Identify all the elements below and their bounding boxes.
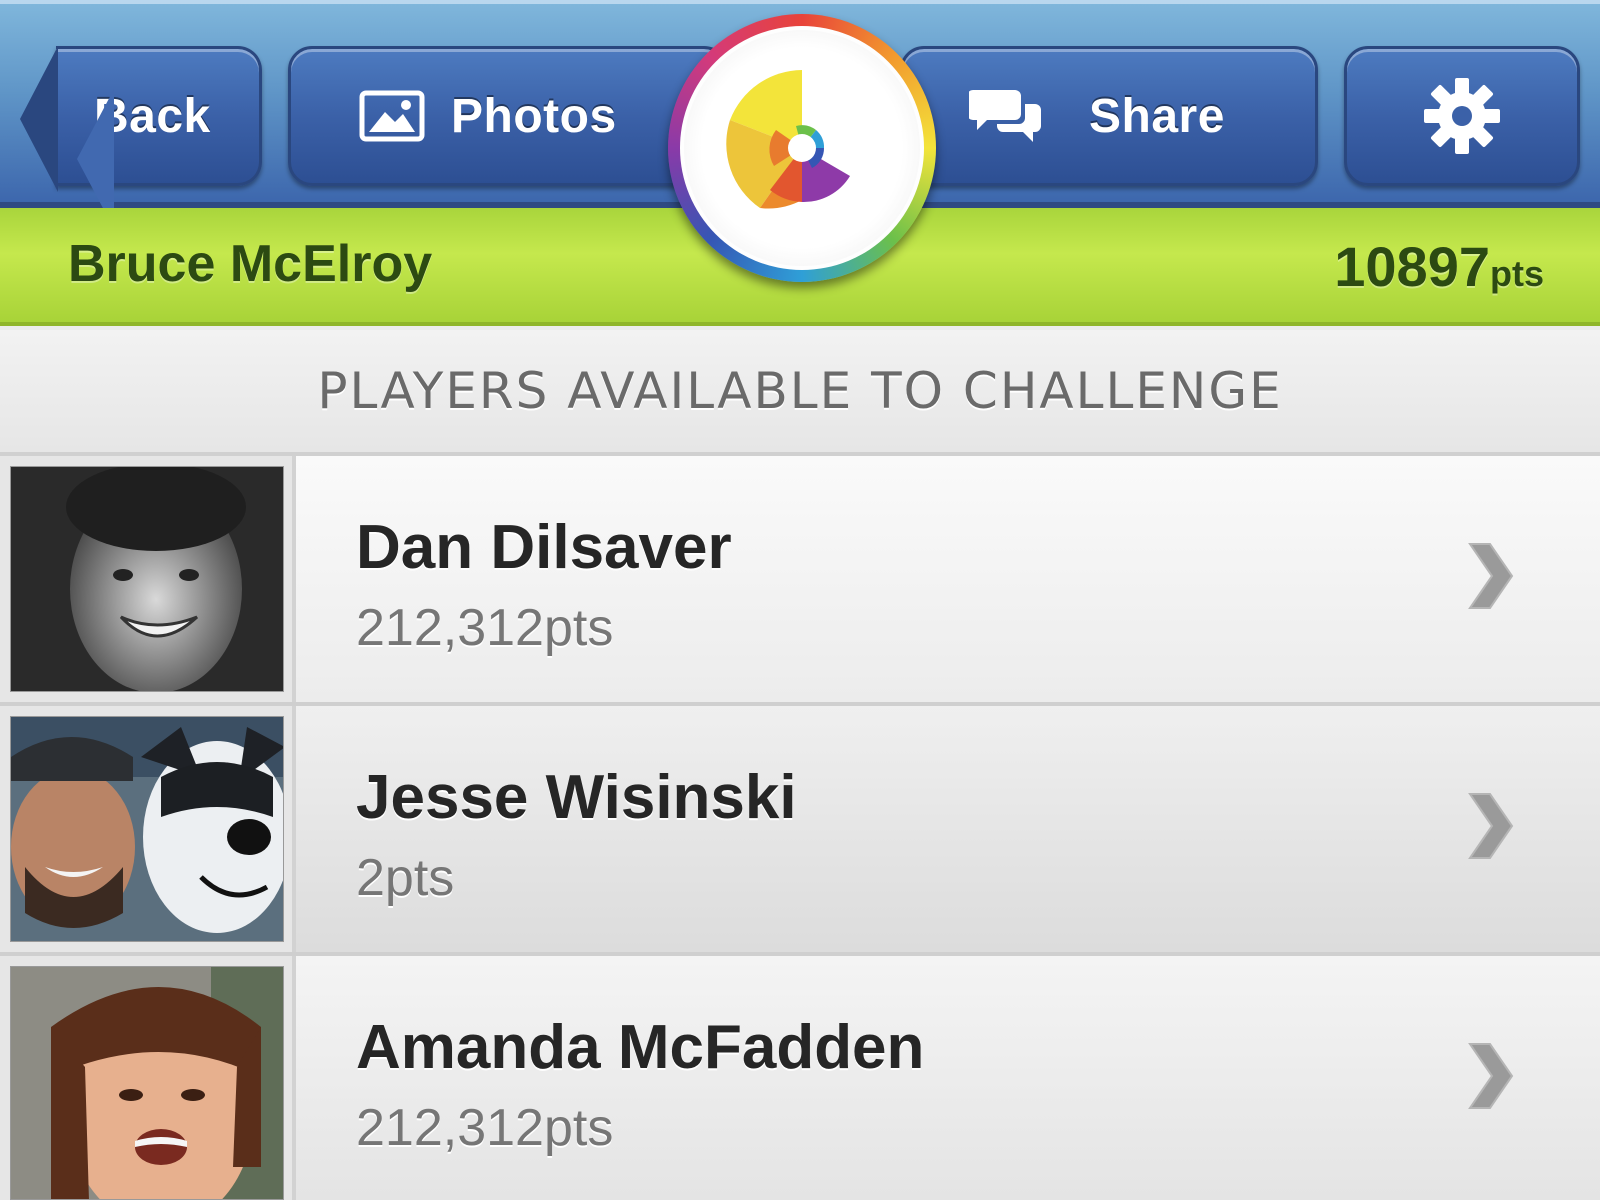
player-name: Amanda McFadden (356, 1013, 925, 1082)
settings-button[interactable] (1344, 46, 1580, 186)
back-button[interactable]: Back (20, 46, 262, 229)
chevron-right-icon (1468, 1043, 1514, 1109)
player-row-dan-dilsaver[interactable]: Dan Dilsaver 212,312pts (0, 456, 1600, 706)
current-user-score-unit: pts (1490, 253, 1544, 294)
logo-inner-disc (680, 26, 924, 270)
player-points: 212,312pts (356, 1099, 614, 1157)
current-user-name: Bruce McElroy (68, 235, 433, 293)
player-points: 212,312pts (356, 599, 614, 657)
player-name: Jesse Wisinski (356, 763, 797, 832)
avatar-frame (0, 956, 296, 1200)
player-name: Dan Dilsaver (356, 513, 732, 582)
chevron-right-icon (1468, 543, 1514, 609)
current-user-score: 10897pts (1334, 234, 1544, 299)
back-arrow-shape (20, 46, 58, 192)
chevron-right-icon (1468, 793, 1514, 859)
player-avatar (10, 716, 284, 942)
section-title: PLAYERS AVAILABLE TO CHALLENGE (317, 362, 1283, 420)
section-header: PLAYERS AVAILABLE TO CHALLENGE (0, 330, 1600, 456)
avatar-frame (0, 706, 296, 952)
color-wheel-logo-icon (726, 70, 850, 209)
current-user-score-value: 10897 (1334, 235, 1490, 298)
player-list: Dan Dilsaver 212,312pts Jesse Wisinski 2… (0, 456, 1600, 1200)
player-points: 2pts (356, 849, 455, 907)
photos-button[interactable]: Photos (288, 46, 728, 186)
app-logo[interactable] (668, 14, 936, 282)
gear-icon (1422, 76, 1502, 156)
player-row-jesse-wisinski[interactable]: Jesse Wisinski 2pts (0, 706, 1600, 956)
chat-bubbles-icon (969, 84, 1045, 148)
image-icon (359, 90, 425, 142)
photos-button-label: Photos (451, 89, 617, 143)
avatar-frame (0, 456, 296, 702)
share-button[interactable]: Share (900, 46, 1318, 186)
player-avatar (10, 466, 284, 692)
player-row-amanda-mcfadden[interactable]: Amanda McFadden 212,312pts (0, 956, 1600, 1200)
player-avatar (10, 966, 284, 1200)
share-button-label: Share (1089, 89, 1225, 143)
